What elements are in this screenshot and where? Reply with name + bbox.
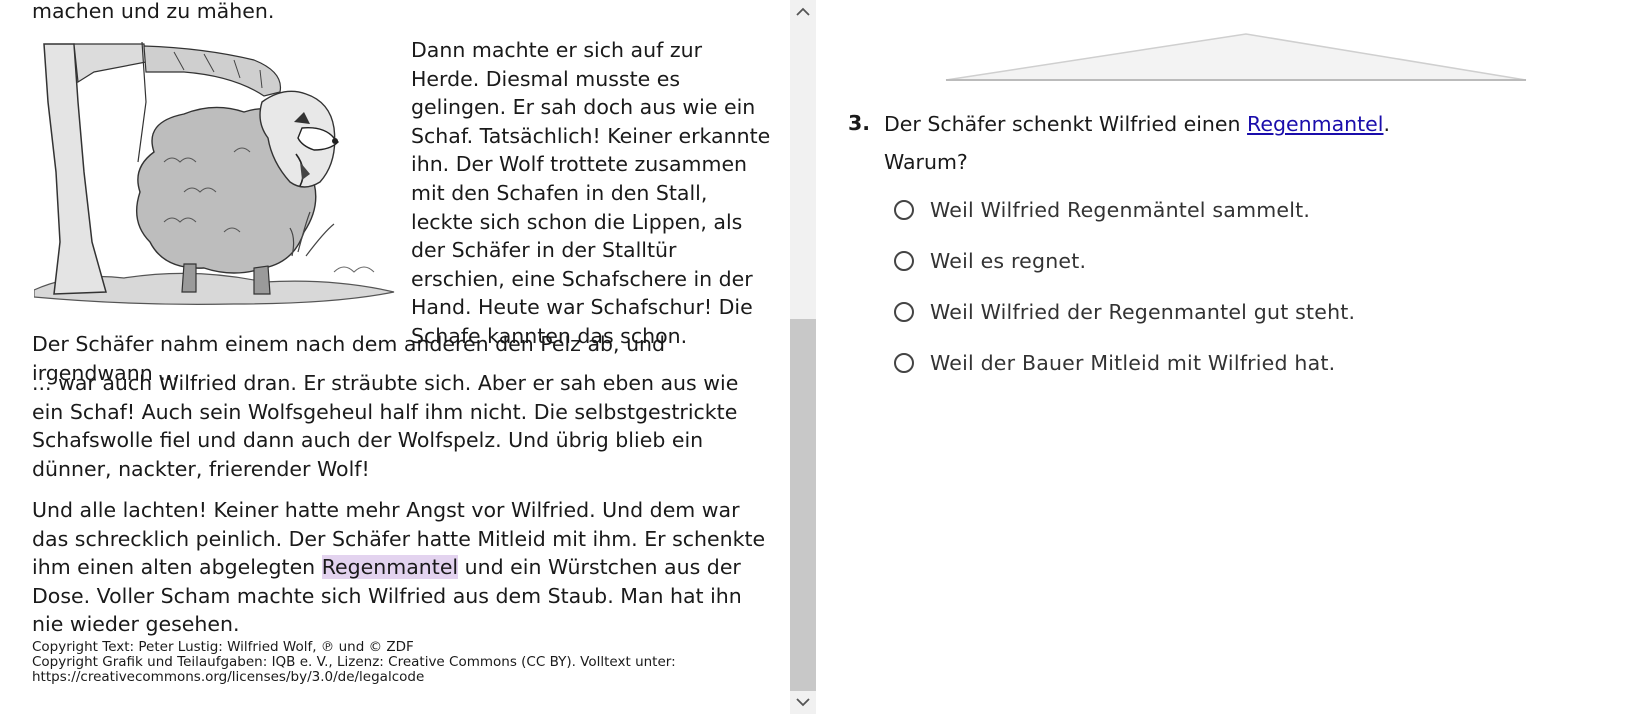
answer-label: Weil der Bauer Mitleid mit Wilfried hat.	[930, 351, 1336, 375]
story-text-top: machen und zu mähen.	[32, 0, 275, 23]
highlighted-word-regenmantel: Regenmantel	[321, 555, 459, 580]
answer-label: Weil Wilfried der Regenmantel gut steht.	[930, 300, 1356, 324]
story-paragraph-dran: ... war auch Wilfried dran. Er sträubte …	[32, 371, 739, 481]
question-pane: 3. Der Schäfer schenkt Wilfried einen Re…	[816, 0, 1628, 714]
answer-label: Weil Wilfried Regenmäntel sammelt.	[930, 198, 1311, 222]
question-text: Der Schäfer schenkt Wilfried einen Regen…	[884, 110, 1390, 138]
answer-option[interactable]: Weil der Bauer Mitleid mit Wilfried hat.	[894, 351, 1335, 375]
vertical-scrollbar[interactable]	[790, 0, 816, 714]
question-number: 3.	[848, 111, 871, 135]
radio-button[interactable]	[894, 353, 914, 373]
story-paragraph-last: Und alle lachten! Keiner hatte mehr Angs…	[32, 496, 767, 639]
answer-option[interactable]: Weil Wilfried der Regenmantel gut steht.	[894, 300, 1355, 324]
chevron-down-icon[interactable]	[790, 690, 816, 714]
question-text-after: .	[1383, 112, 1391, 136]
question-subtext: Warum?	[884, 150, 968, 174]
wolf-in-sheep-costume-illustration	[34, 42, 395, 305]
reading-pane[interactable]: machen und zu mähen. Dann machte er sich…	[0, 0, 790, 714]
radio-button[interactable]	[894, 251, 914, 271]
copyright-text-line: Copyright Text: Peter Lustig: Wilfried W…	[32, 639, 414, 655]
chevron-up-icon[interactable]	[790, 0, 816, 24]
radio-button[interactable]	[894, 302, 914, 322]
answer-option[interactable]: Weil Wilfried Regenmäntel sammelt.	[894, 198, 1310, 222]
answer-option[interactable]: Weil es regnet.	[894, 249, 1086, 273]
scrollbar-thumb[interactable]	[790, 319, 816, 691]
regenmantel-link[interactable]: Regenmantel	[1247, 112, 1383, 136]
triangle-divider-graphic	[945, 33, 1527, 81]
radio-button[interactable]	[894, 200, 914, 220]
question-text-before: Der Schäfer schenkt Wilfried einen	[884, 112, 1248, 136]
copyright-notice: Copyright Text: Peter Lustig: Wilfried W…	[32, 640, 732, 685]
copyright-graphic-line: Copyright Grafik und Teilaufgaben: IQB e…	[32, 654, 676, 685]
story-text-wrapped: Dann machte er sich auf zur Herde. Diesm…	[411, 38, 771, 348]
answer-label: Weil es regnet.	[930, 249, 1087, 273]
